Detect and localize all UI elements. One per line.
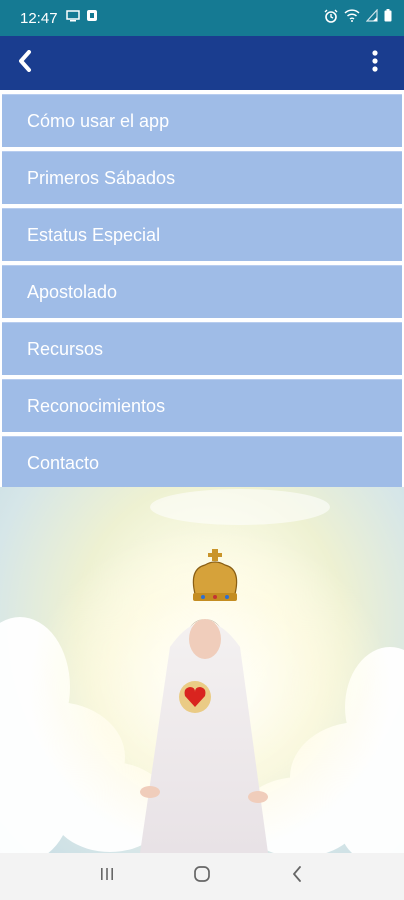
signal-icon	[365, 8, 378, 27]
home-icon	[193, 865, 211, 888]
menu-item-reconocimientos[interactable]: Reconocimientos	[2, 379, 402, 432]
overflow-menu-button[interactable]	[360, 43, 390, 83]
menu-item-label: Reconocimientos	[27, 395, 166, 416]
battery-icon	[384, 9, 392, 27]
status-icons	[324, 8, 392, 28]
home-button[interactable]	[182, 857, 222, 897]
recent-apps-button[interactable]	[87, 857, 127, 897]
app-bar	[0, 36, 404, 90]
menu-item-label: Primeros Sábados	[27, 167, 176, 188]
menu-item-primeros-sabados[interactable]: Primeros Sábados	[2, 151, 402, 204]
menu-item-contacto[interactable]: Contacto	[2, 436, 402, 489]
alarm-icon	[324, 9, 338, 28]
back-icon	[291, 865, 303, 888]
menu-item-recursos[interactable]: Recursos	[2, 322, 402, 375]
chevron-left-icon	[17, 49, 33, 77]
menu-item-label: Cómo usar el app	[27, 110, 170, 131]
menu-item-label: Recursos	[27, 338, 104, 359]
system-navigation-bar	[0, 853, 404, 900]
wifi-icon	[344, 9, 360, 27]
main-menu: Cómo usar el app Primeros Sábados Estatu…	[0, 90, 404, 493]
more-vertical-icon	[372, 49, 378, 77]
menu-item-apostolado[interactable]: Apostolado	[2, 265, 402, 318]
status-time: 12:47	[20, 9, 58, 27]
menu-item-como-usar[interactable]: Cómo usar el app	[2, 94, 402, 147]
shield-notification-icon	[86, 9, 98, 27]
virgin-mary-hero-image	[0, 487, 404, 853]
menu-item-estatus-especial[interactable]: Estatus Especial	[2, 208, 402, 261]
recent-apps-icon	[99, 866, 115, 887]
back-button[interactable]	[10, 43, 40, 83]
nav-back-button[interactable]	[277, 857, 317, 897]
menu-item-label: Apostolado	[27, 281, 118, 302]
monitor-icon	[65, 9, 80, 27]
status-bar: 12:47	[0, 0, 404, 36]
menu-item-label: Estatus Especial	[27, 224, 161, 245]
menu-item-label: Contacto	[27, 452, 100, 473]
